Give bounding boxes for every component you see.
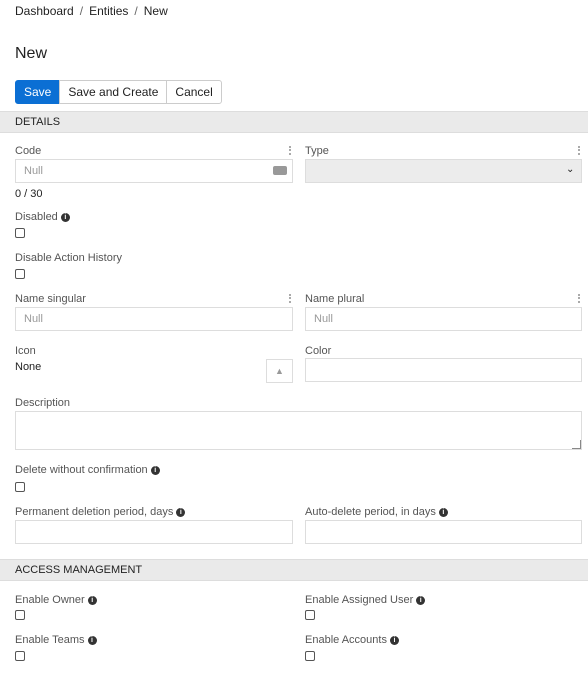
cancel-button[interactable]: Cancel [166, 80, 222, 104]
enable-assigned-user-checkbox[interactable] [305, 610, 315, 620]
drag-handle-icon[interactable] [578, 146, 582, 155]
drag-handle-icon[interactable] [289, 294, 293, 303]
info-icon[interactable]: i [150, 466, 160, 475]
icon-value: None [15, 361, 42, 373]
breadcrumb-entities[interactable]: Entities [89, 4, 128, 18]
type-label: Type [305, 145, 329, 157]
icon-picker-button[interactable]: ▲ [266, 359, 293, 383]
breadcrumb: Dashboard / Entities / New [15, 4, 168, 18]
section-header-access-management: ACCESS MANAGEMENT [0, 559, 588, 581]
auto-delete-period-input[interactable] [305, 520, 582, 544]
breadcrumb-separator: / [79, 4, 84, 18]
delete-without-confirmation-checkbox[interactable] [15, 482, 25, 492]
info-icon[interactable]: i [438, 508, 448, 517]
drag-handle-icon[interactable] [289, 146, 293, 155]
info-icon[interactable]: i [416, 596, 426, 605]
breadcrumb-current: New [143, 4, 168, 18]
page-title: New [15, 45, 48, 62]
name-plural-label: Name plural [305, 293, 365, 305]
action-button-group: Save Save and Create Cancel [15, 80, 222, 104]
enable-assigned-user-row: Enable Assigned User i [305, 594, 426, 606]
name-singular-label: Name singular [15, 293, 86, 305]
info-icon[interactable]: i [389, 636, 399, 645]
icon-label: Icon [15, 345, 36, 357]
disable-action-history-label: Disable Action History [15, 252, 122, 264]
enable-accounts-label: Enable Accounts [305, 634, 387, 646]
enable-owner-label: Enable Owner [15, 594, 85, 606]
color-label: Color [305, 345, 332, 357]
chevron-up-icon: ▲ [275, 366, 284, 376]
resize-handle-icon[interactable] [572, 440, 581, 449]
enable-accounts-row: Enable Accounts i [305, 634, 399, 646]
permanent-deletion-period-row: Permanent deletion period, days i [15, 506, 186, 518]
enable-accounts-checkbox[interactable] [305, 651, 315, 661]
disabled-checkbox[interactable] [15, 228, 25, 238]
chevron-down-icon: ⌄ [566, 164, 575, 175]
type-select[interactable] [305, 159, 582, 183]
info-icon[interactable]: i [87, 636, 97, 645]
code-label: Code [15, 145, 42, 157]
description-label: Description [15, 397, 71, 409]
description-textarea[interactable] [15, 411, 582, 450]
breadcrumb-dashboard[interactable]: Dashboard [15, 4, 74, 18]
auto-delete-period-row: Auto-delete period, in days i [305, 506, 448, 518]
disabled-label-row: Disabled i [15, 211, 70, 223]
drag-handle-icon[interactable] [578, 294, 582, 303]
name-plural-input[interactable]: Null [305, 307, 582, 331]
code-input[interactable]: Null [15, 159, 293, 183]
info-icon[interactable]: i [87, 596, 97, 605]
disabled-label: Disabled [15, 211, 58, 223]
breadcrumb-separator: / [134, 4, 138, 18]
save-button[interactable]: Save [15, 80, 61, 104]
comment-icon[interactable] [273, 166, 287, 175]
enable-teams-checkbox[interactable] [15, 651, 25, 661]
enable-owner-checkbox[interactable] [15, 610, 25, 620]
enable-teams-row: Enable Teams i [15, 634, 97, 646]
info-icon[interactable]: i [176, 508, 186, 517]
info-icon[interactable]: i [60, 213, 70, 222]
enable-teams-label: Enable Teams [15, 634, 85, 646]
permanent-deletion-period-input[interactable] [15, 520, 293, 544]
save-and-create-button[interactable]: Save and Create [59, 80, 168, 104]
enable-assigned-user-label: Enable Assigned User [305, 594, 414, 606]
delete-without-confirmation-row: Delete without confirmation i [15, 464, 160, 476]
name-singular-input[interactable]: Null [15, 307, 293, 331]
delete-without-confirmation-label: Delete without confirmation [15, 464, 148, 476]
disable-action-history-checkbox[interactable] [15, 269, 25, 279]
permanent-deletion-period-label: Permanent deletion period, days [15, 506, 174, 518]
section-header-details: DETAILS [0, 111, 588, 133]
color-input[interactable] [305, 358, 582, 382]
auto-delete-period-label: Auto-delete period, in days [305, 506, 436, 518]
code-character-counter: 0 / 30 [15, 188, 43, 200]
enable-owner-row: Enable Owner i [15, 594, 97, 606]
